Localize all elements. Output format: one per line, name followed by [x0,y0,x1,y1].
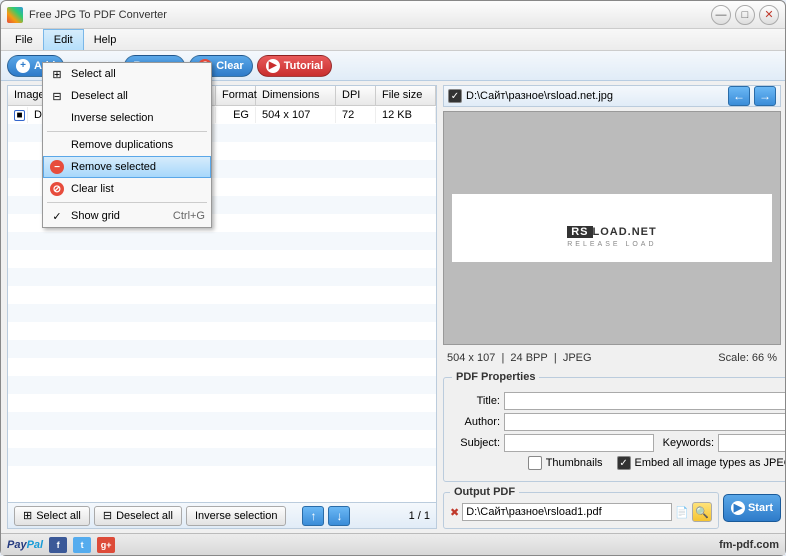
preview-toggle[interactable]: ✓ [448,89,462,103]
site-link[interactable]: fm-pdf.com [719,539,779,551]
pdf-properties: PDF Properties Title: Author: Subject: K… [443,371,785,482]
menu-file[interactable]: File [5,29,43,50]
preview-area: RSLOAD.NET RELEASE LOAD [443,111,781,345]
minus-icon: − [50,160,64,174]
delete-output-icon[interactable]: ✖ [450,506,459,519]
menu-inverse[interactable]: Inverse selection [43,107,211,129]
minimize-button[interactable]: — [711,5,731,25]
start-button[interactable]: ▶Start [723,494,781,522]
title-field[interactable] [504,392,785,410]
maximize-button[interactable]: □ [735,5,755,25]
move-up-button[interactable]: ↑ [302,506,324,526]
output-pdf: Output PDF ✖ 📄 🔍 [443,486,719,529]
prev-image-button[interactable]: ← [728,86,750,106]
preview-header: ✓ D:\Сайт\разное\rsload.net.jpg ← → [443,85,781,107]
menu-help[interactable]: Help [84,29,127,50]
embed-jpeg-checkbox[interactable]: ✓ [617,456,631,470]
edit-dropdown: ⊞Select all ⊟Deselect all Inverse select… [42,62,212,228]
image-info: 504 x 107 | 24 BPP | JPEG Scale: 66 % [443,349,781,367]
scale-label: Scale: 66 % [718,352,777,364]
facebook-icon[interactable]: f [49,537,67,553]
col-dimensions[interactable]: Dimensions [256,86,336,105]
menu-deselect-all[interactable]: ⊟Deselect all [43,85,211,107]
output-path-field[interactable] [462,503,672,521]
menu-remove-duplications[interactable]: Remove duplications [43,134,211,156]
inverse-button[interactable]: Inverse selection [186,506,287,526]
close-button[interactable]: ✕ [759,5,779,25]
next-image-button[interactable]: → [754,86,776,106]
paypal-link[interactable]: PayPal [7,539,43,551]
col-filesize[interactable]: File size [376,86,436,105]
col-format[interactable]: Format [216,86,256,105]
menu-show-grid[interactable]: ✓Show gridCtrl+G [43,205,211,227]
menu-remove-selected[interactable]: −Remove selected [43,156,211,178]
keywords-field[interactable] [718,434,785,452]
col-dpi[interactable]: DPI [336,86,376,105]
expand-minus-icon: ⊟ [49,90,65,103]
app-icon [7,7,23,23]
play-icon: ▶ [731,501,745,515]
tutorial-button[interactable]: ▶Tutorial [257,55,333,77]
grid-footer: ⊞Select all ⊟Deselect all Inverse select… [8,502,436,528]
author-field[interactable] [504,413,785,431]
subject-field[interactable] [504,434,654,452]
window-title: Free JPG To PDF Converter [29,9,707,21]
page-indicator: 1 / 1 [409,510,430,522]
deselect-all-icon: ⊟ [103,509,112,522]
clear-icon: ⊘ [50,182,64,196]
right-panel: ✓ D:\Сайт\разное\rsload.net.jpg ← → RSLO… [443,85,781,529]
pdf-icon: 📄 [675,506,689,519]
menu-select-all[interactable]: ⊞Select all [43,63,211,85]
play-icon: ▶ [266,59,280,73]
select-all-icon: ⊞ [23,509,32,522]
statusbar: PayPal f t g+ fm-pdf.com [1,533,785,555]
titlebar: Free JPG To PDF Converter — □ ✕ [1,1,785,29]
select-all-button[interactable]: ⊞Select all [14,506,90,526]
move-down-button[interactable]: ↓ [328,506,350,526]
menubar: File Edit Help [1,29,785,51]
preview-image: RSLOAD.NET RELEASE LOAD [452,194,772,262]
browse-button[interactable]: 🔍 [692,502,712,522]
twitter-icon[interactable]: t [73,537,91,553]
preview-path: D:\Сайт\разное\rsload.net.jpg [466,90,724,102]
googleplus-icon[interactable]: g+ [97,537,115,553]
expand-plus-icon: ⊞ [49,68,65,81]
menu-clear-list[interactable]: ⊘Clear list [43,178,211,200]
menu-edit[interactable]: Edit [43,29,84,50]
row-checkbox[interactable]: ■ [14,110,25,121]
check-icon: ✓ [49,210,65,223]
plus-icon: + [16,59,30,73]
deselect-all-button[interactable]: ⊟Deselect all [94,506,182,526]
thumbnails-checkbox[interactable] [528,456,542,470]
